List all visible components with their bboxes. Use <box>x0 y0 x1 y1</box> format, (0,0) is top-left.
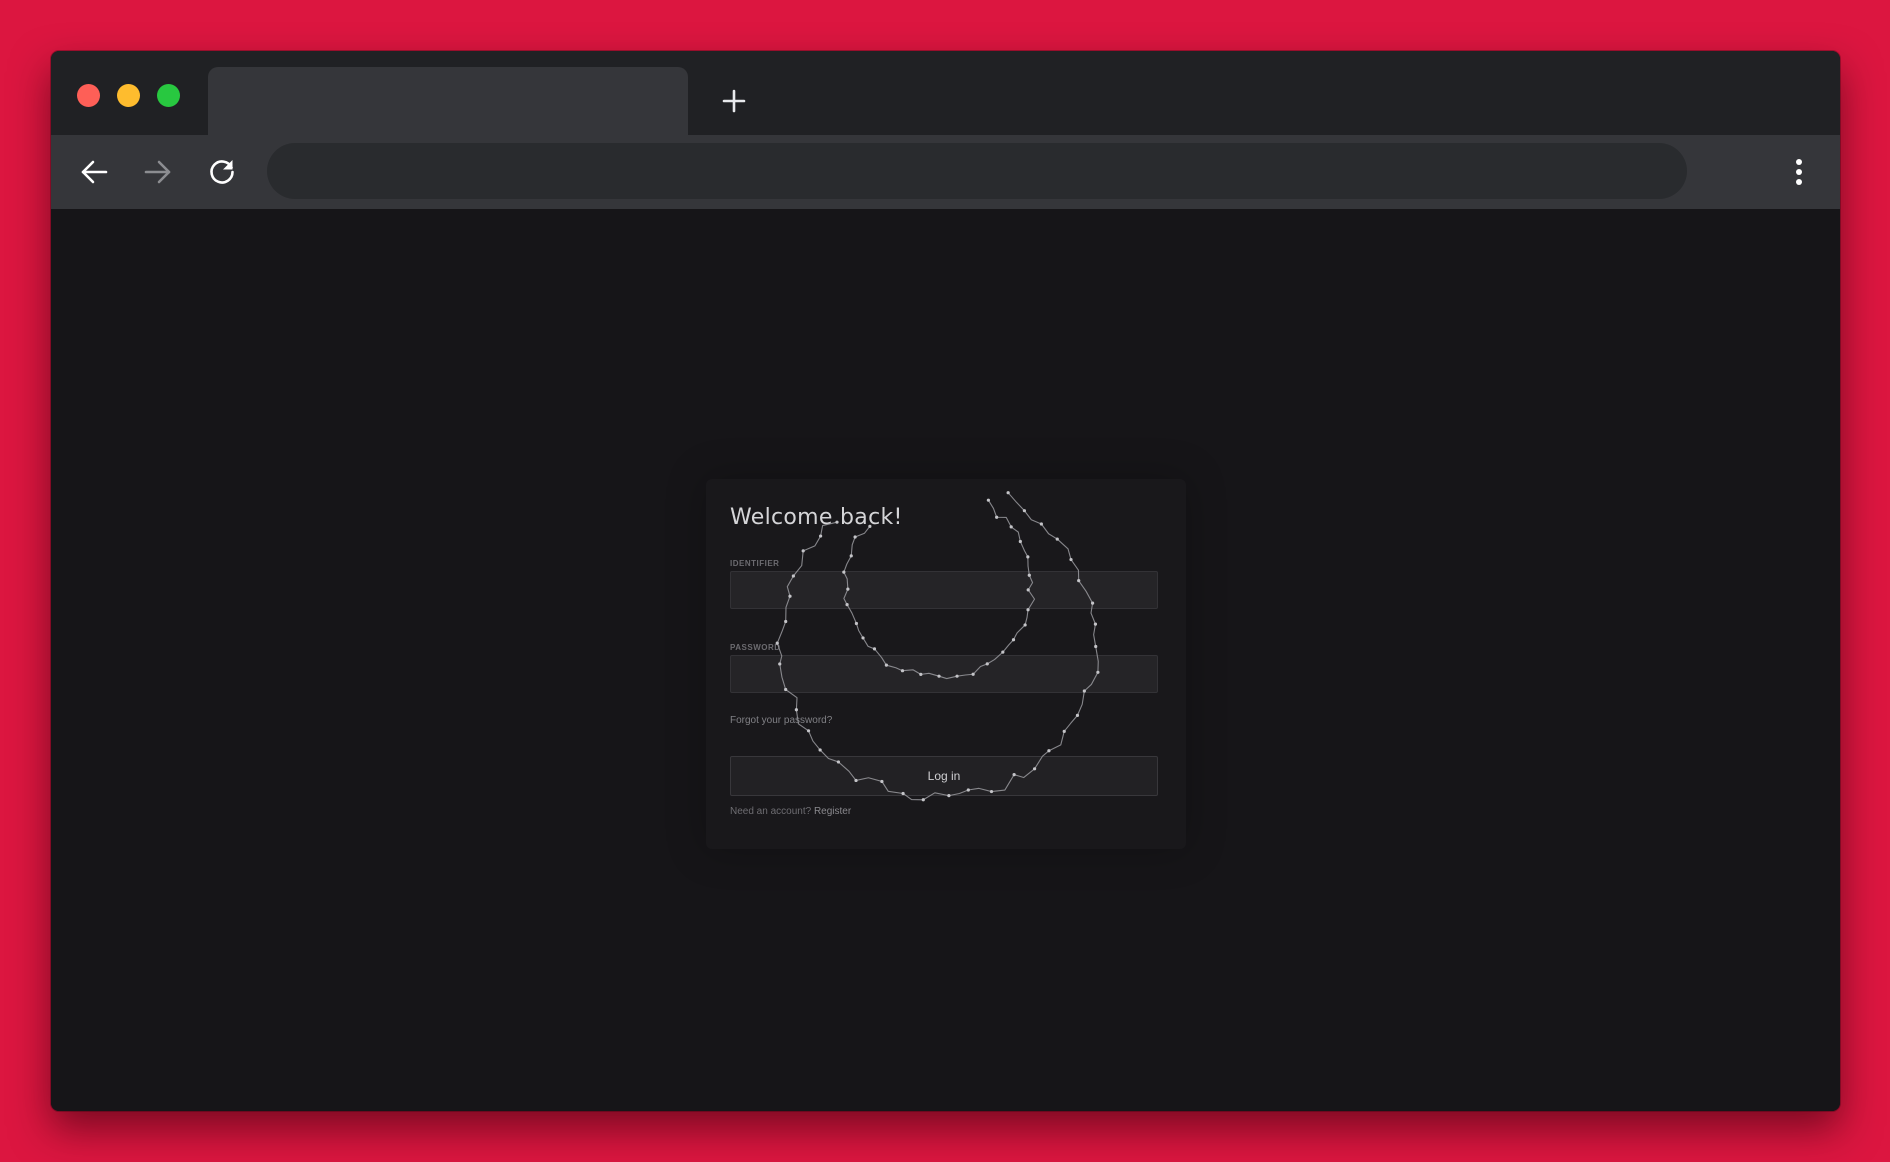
reload-icon <box>210 160 234 184</box>
login-card: Welcome back! IDENTIFIER PASSWORD Forgot… <box>706 479 1186 849</box>
address-bar[interactable] <box>267 143 1687 199</box>
back-button[interactable] <box>75 153 113 191</box>
password-input[interactable] <box>730 655 1158 693</box>
plus-icon <box>722 89 746 113</box>
new-tab-button[interactable] <box>716 83 752 119</box>
kebab-menu-icon <box>1796 159 1802 185</box>
arrow-left-icon <box>81 160 108 184</box>
browser-toolbar <box>51 135 1840 209</box>
forgot-password-link[interactable]: Forgot your password? <box>730 715 832 726</box>
title-bar <box>51 51 1840 135</box>
register-prompt-text: Need an account? <box>730 806 812 817</box>
browser-menu-button[interactable] <box>1782 155 1816 189</box>
arrow-right-icon <box>144 160 171 184</box>
maximize-window-button[interactable] <box>157 84 180 107</box>
browser-window: Welcome back! IDENTIFIER PASSWORD Forgot… <box>51 51 1840 1111</box>
login-button[interactable]: Log in <box>730 756 1158 796</box>
minimize-window-button[interactable] <box>117 84 140 107</box>
password-label: PASSWORD <box>730 643 781 652</box>
browser-tab[interactable] <box>208 67 688 135</box>
identifier-label: IDENTIFIER <box>730 559 780 568</box>
register-link[interactable]: Register <box>814 806 851 817</box>
close-window-button[interactable] <box>77 84 100 107</box>
register-prompt: Need an account? Register <box>730 806 851 817</box>
identifier-input[interactable] <box>730 571 1158 609</box>
reload-button[interactable] <box>203 153 241 191</box>
forward-button[interactable] <box>139 153 177 191</box>
page-title: Welcome back! <box>730 505 903 530</box>
page-viewport: Welcome back! IDENTIFIER PASSWORD Forgot… <box>51 209 1840 1111</box>
